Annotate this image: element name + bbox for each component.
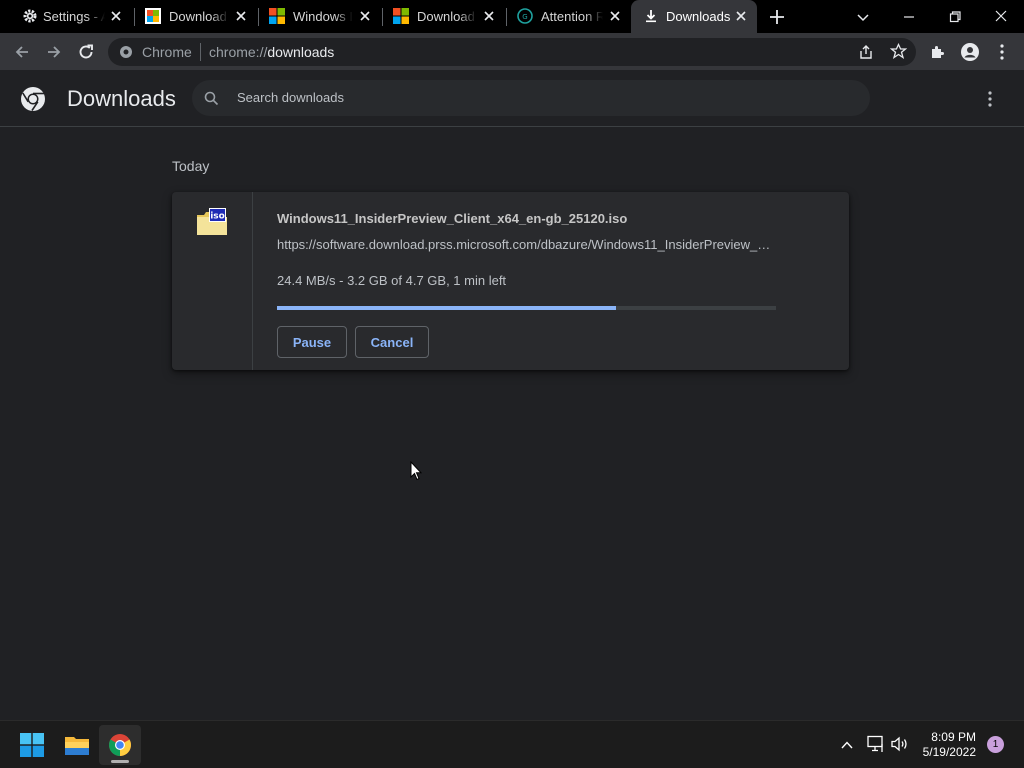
browser-toolbar: Chrome chrome://downloads (0, 33, 1024, 70)
iso-file-icon: iso (197, 208, 227, 235)
browser-menu-icon[interactable] (992, 42, 1012, 62)
search-downloads-input[interactable]: Search downloads (192, 80, 870, 116)
tab-download-windows[interactable]: Download Windows (135, 0, 257, 33)
clock-time: 8:09 PM (931, 730, 976, 744)
download-file-name-link[interactable]: Windows11_InsiderPreview_Client_x64_en-g… (277, 211, 627, 226)
taskbar-clock[interactable]: 8:09 PM 5/19/2022 (923, 730, 976, 760)
download-item-card: iso Windows11_InsiderPreview_Client_x64_… (172, 192, 849, 370)
tab-settings[interactable]: Settings - Accessibility (8, 0, 132, 33)
cancel-button[interactable]: Cancel (355, 326, 429, 358)
download-progress-fill (277, 306, 617, 310)
tab-windows-insider[interactable]: Windows Insider (259, 0, 381, 33)
url-prefix: chrome:// (209, 44, 268, 60)
windows-taskbar: 8:09 PM 5/19/2022 (0, 720, 1024, 768)
msn-icon (145, 8, 161, 24)
downloads-header: Downloads Search downloads (0, 70, 1024, 127)
gear-icon (23, 9, 37, 23)
card-divider (252, 192, 253, 370)
tab-title: Windows Insider (293, 9, 353, 24)
windows-logo-icon (269, 8, 285, 24)
ghacks-icon: G (517, 8, 533, 24)
volume-icon[interactable] (890, 735, 910, 753)
close-icon[interactable] (481, 8, 497, 24)
chrome-logo-icon (21, 87, 45, 111)
close-icon[interactable] (233, 8, 249, 24)
tab-attention-required[interactable]: G Attention Required (507, 0, 631, 33)
iso-file-icon-label: iso (210, 212, 225, 222)
chrome-app-icon (109, 734, 131, 756)
profile-icon[interactable] (960, 42, 980, 62)
running-indicator (111, 760, 129, 763)
omnibox-scheme-label: Chrome (142, 44, 192, 60)
omnibox[interactable]: Chrome chrome://downloads (108, 38, 916, 66)
close-icon[interactable] (607, 8, 623, 24)
share-icon[interactable] (858, 44, 874, 60)
close-icon[interactable] (733, 8, 749, 24)
tab-download-windows-2[interactable]: Download Windows (383, 0, 505, 33)
forward-arrow-icon[interactable] (44, 42, 64, 62)
download-icon (646, 10, 656, 23)
download-source-url-link[interactable]: https://software.download.prss.microsoft… (277, 237, 777, 252)
extensions-puzzle-icon[interactable] (928, 42, 948, 62)
close-icon[interactable] (108, 8, 124, 24)
tab-title: Attention Required (541, 9, 603, 24)
omnibox-url: chrome://downloads (209, 44, 334, 60)
windows-logo-icon (393, 8, 409, 24)
page-title: Downloads (67, 86, 176, 111)
search-icon (204, 91, 219, 106)
tab-search-chevron-icon[interactable] (851, 5, 875, 29)
file-explorer-icon[interactable] (64, 733, 90, 757)
download-status-text: 24.4 MB/s - 3.2 GB of 4.7 GB, 1 min left (277, 273, 507, 288)
notification-badge[interactable]: 1 (987, 736, 1004, 753)
chrome-secure-icon (120, 46, 132, 58)
tab-downloads[interactable]: Downloads (631, 0, 757, 33)
omnibox-separator (200, 43, 201, 61)
show-hidden-icons-chevron-icon[interactable] (839, 737, 855, 753)
restore-icon[interactable] (943, 5, 967, 29)
tab-title: Download Windows (169, 9, 229, 24)
tab-title: Settings - Accessibility (43, 9, 105, 24)
svg-text:G: G (522, 13, 527, 21)
mouse-cursor-icon (410, 461, 422, 481)
close-window-icon[interactable] (989, 5, 1013, 29)
pause-button[interactable]: Pause (277, 326, 347, 358)
tab-title: Download Windows (417, 9, 477, 24)
downloads-menu-icon[interactable] (980, 89, 1000, 109)
network-icon[interactable] (866, 735, 886, 753)
reload-icon[interactable] (76, 42, 96, 62)
search-placeholder: Search downloads (237, 90, 344, 105)
bookmark-star-icon[interactable] (890, 43, 907, 60)
minimize-icon[interactable] (897, 5, 921, 29)
new-tab-icon[interactable] (767, 7, 787, 27)
tab-strip: Settings - Accessibility Download Window… (0, 0, 1024, 33)
url-host: downloads (267, 44, 335, 60)
chrome-taskbar-button[interactable] (99, 725, 141, 765)
back-arrow-icon[interactable] (12, 42, 32, 62)
download-progress-bar (277, 306, 776, 310)
close-icon[interactable] (357, 8, 373, 24)
clock-date: 5/19/2022 (922, 745, 976, 759)
date-heading: Today (172, 158, 210, 174)
windows-start-icon[interactable] (20, 733, 44, 757)
